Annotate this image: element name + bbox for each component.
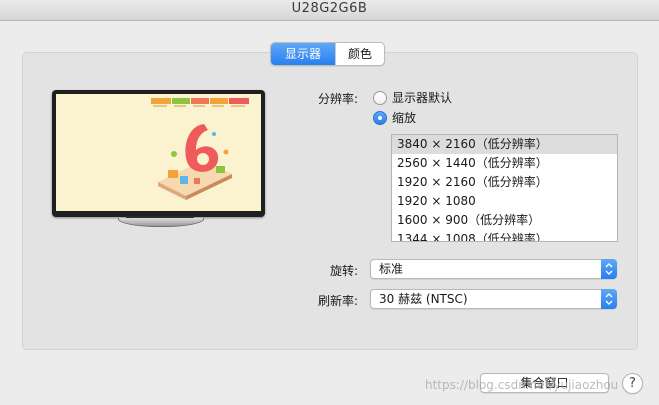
list-item[interactable]: 1920 × 1080 [392, 192, 617, 211]
rotation-label: 旋转: [329, 264, 358, 278]
tab-display[interactable]: 显示器 [271, 43, 335, 65]
radio-default[interactable]: 显示器默认 [373, 89, 452, 106]
list-item[interactable]: 1920 × 2160（低分辨率） [392, 173, 617, 192]
refresh-select[interactable]: 30 赫兹 (NTSC) [370, 289, 617, 309]
radio-scaled[interactable]: 缩放 [373, 109, 416, 126]
title-bar: U28G2G6B [0, 0, 659, 21]
monitor-screen-wallpaper [56, 94, 261, 211]
rotation-select[interactable]: 标准 [370, 259, 617, 279]
window-title: U28G2G6B [291, 1, 368, 16]
resolution-list[interactable]: 3840 × 2160（低分辨率） 2560 × 1440（低分辨率） 1920… [391, 134, 618, 242]
radio-default-label: 显示器默认 [392, 91, 453, 105]
list-item[interactable]: 1344 × 1008（低分辨率） [392, 230, 617, 241]
refresh-value: 30 赫兹 (NTSC) [379, 292, 468, 306]
tab-bar: 显示器 颜色 [270, 42, 385, 66]
up-down-chevron-icon[interactable] [601, 259, 617, 279]
tab-color[interactable]: 颜色 [335, 43, 384, 65]
up-down-chevron-icon[interactable] [601, 289, 617, 309]
refresh-label: 刷新率: [317, 294, 358, 308]
radio-button-icon[interactable] [373, 90, 387, 105]
list-item[interactable]: 3840 × 2160（低分辨率） [392, 135, 617, 154]
radio-button-icon[interactable] [373, 110, 387, 125]
list-item[interactable]: 1600 × 900（低分辨率） [392, 211, 617, 230]
watermark-text: https://blog.csdn.net/yujiaozhou [425, 378, 619, 392]
radio-scaled-label: 缩放 [392, 111, 417, 125]
monitor-bezel [52, 90, 265, 217]
rotation-value: 标准 [379, 262, 404, 276]
list-item[interactable]: 2560 × 1440（低分辨率） [392, 154, 617, 173]
resolution-label: 分辨率: [317, 92, 358, 106]
help-button[interactable]: ? [622, 373, 643, 394]
wallpaper-illustration [151, 98, 249, 200]
